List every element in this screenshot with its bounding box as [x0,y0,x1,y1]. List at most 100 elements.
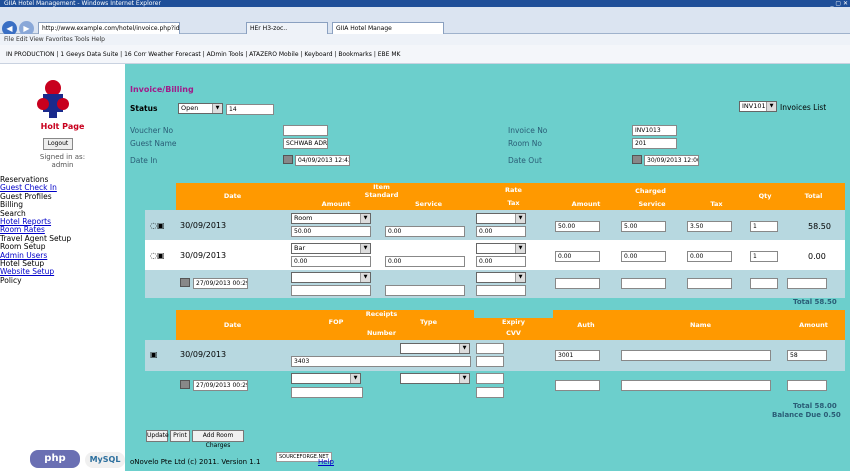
new-cvv-input[interactable] [476,387,504,398]
invoice-no-input[interactable]: INV1013 [632,125,677,136]
charge-item-select[interactable]: Bar ▼ [291,243,371,254]
charges-c-service-header: Service [619,199,685,210]
charges-amount-header: Amount [289,199,383,210]
rate-tax-input[interactable]: 0.00 [476,226,526,237]
delete-row-icon[interactable]: ◌▣ [150,251,165,260]
receipt-name-input[interactable] [621,350,771,361]
rate-select[interactable]: ▼ [476,243,526,254]
new-amount-input[interactable] [787,380,827,391]
new-name-input[interactable] [621,380,771,391]
qty-input[interactable]: 1 [750,221,778,232]
charged-service-input[interactable]: 0.00 [621,251,666,262]
calendar-icon[interactable] [283,155,293,164]
new-number-input[interactable] [291,387,363,398]
new-fop-select[interactable]: ▼ [291,373,361,384]
sidebar-item-policy[interactable]: Policy [0,276,125,285]
hotel-logo-icon [37,80,69,118]
charges-total-header: Total [782,183,845,210]
charge-date: 30/09/2013 [180,251,227,260]
charges-total: Total 58.50 [793,298,837,306]
calendar-icon[interactable] [632,155,642,164]
row-total: 58.50 [808,222,831,231]
voucher-input[interactable] [283,125,328,136]
guest-name-label: Guest Name [130,139,177,148]
help-link[interactable]: Help [318,458,334,466]
delete-row-icon[interactable]: ◌▣ [150,221,165,230]
update-button[interactable]: Update [146,430,169,442]
row-total: 0.00 [808,252,826,261]
new-charged-tax-input[interactable] [687,278,732,289]
new-receipt-date-input[interactable]: 27/09/2013 00:29 [193,380,248,391]
date-out-input[interactable]: 30/09/2013 12:00 [644,155,699,166]
receipts-total: Total 58.00 [793,402,837,410]
logout-button[interactable]: Logout [43,138,73,150]
charge-service-input[interactable]: 0.00 [385,226,465,237]
new-charged-amount-input[interactable] [555,278,600,289]
menu-bar[interactable]: File Edit View Favorites Tools Help [0,34,850,45]
favorites-bar[interactable]: IN PRODUCTION | 1 Geeys Data Suite | 16 … [0,45,850,64]
receipt-cvv-input[interactable] [476,356,504,367]
print-button[interactable]: Print [170,430,190,442]
charges-charged-header: Charged [553,183,748,199]
new-auth-input[interactable] [555,380,600,391]
new-item-select[interactable]: ▼ [291,272,371,283]
copyright-text: oNovelo Pte Ltd (c) 2011. Version 1.1 [130,458,261,466]
charged-service-input[interactable]: 5.00 [621,221,666,232]
receipt-auth-input[interactable]: 3001 [555,350,600,361]
invoices-list-link[interactable]: Invoices List [780,103,826,112]
charges-standard-header: Standard [289,191,474,199]
new-qty-input[interactable] [750,278,778,289]
charge-amount-input[interactable]: 0.00 [291,256,371,267]
charged-amount-input[interactable]: 50.00 [555,221,600,232]
calendar-icon[interactable] [180,278,190,287]
window-title: GIIA Hotel Management - Windows Internet… [4,0,161,7]
new-total-input[interactable] [787,278,827,289]
receipt-expiry-input[interactable] [476,343,504,354]
invoice-select[interactable]: INV1013 ▼ [739,101,777,112]
rate-select[interactable]: ▼ [476,213,526,224]
delete-row-icon[interactable]: ▣ [150,350,158,359]
address-bar: ◀ ▶ http://www.example.com/hotel/invoice… [0,7,850,36]
balance-due: Balance Due 0.50 [772,411,841,419]
chevron-down-icon: ▼ [515,273,525,282]
charge-item-select[interactable]: Room ▼ [291,213,371,224]
charged-amount-input[interactable]: 0.00 [555,251,600,262]
qty-input[interactable]: 1 [750,251,778,262]
rate-tax-input[interactable]: 0.00 [476,256,526,267]
charge-service-input[interactable]: 0.00 [385,256,465,267]
calendar-icon[interactable] [180,380,190,389]
new-type-select[interactable]: ▼ [400,373,470,384]
date-in-input[interactable]: 04/09/2013 12:43 [295,155,350,166]
status-select[interactable]: Open ▼ [178,103,223,114]
receipt-amount-input[interactable]: 58 [787,350,827,361]
status-id-input[interactable]: 14 [226,104,274,115]
room-no-input[interactable]: 201 [632,138,677,149]
chevron-down-icon: ▼ [766,102,776,111]
new-charged-service-input[interactable] [621,278,666,289]
room-no-label: Room No [508,139,542,148]
window-controls[interactable]: _ ▢ ✕ [830,0,848,7]
receipts-name-header: Name [619,310,782,340]
new-amount-input[interactable] [291,285,371,296]
charged-tax-input[interactable]: 3.50 [687,221,732,232]
charges-qty-header: Qty [748,183,782,210]
charge-amount-input[interactable]: 50.00 [291,226,371,237]
charges-date-header: Date [176,183,289,210]
receipt-type-select[interactable]: ▼ [400,343,470,354]
add-room-charges-button[interactable]: Add Room Charges [192,430,244,449]
receipt-number-input[interactable]: 3403 [291,356,471,367]
charged-tax-input[interactable]: 0.00 [687,251,732,262]
signed-in-label: Signed in as: [39,153,86,161]
invoice-no-label: Invoice No [508,126,548,135]
sidebar-menu: Reservations Guest Check In Guest Profiles… [0,175,125,285]
new-rate-tax-input[interactable] [476,285,526,296]
guest-name-input[interactable]: SCHWAB ADRIAN [283,138,328,149]
chevron-down-icon: ▼ [515,244,525,253]
new-expiry-input[interactable] [476,373,504,384]
charges-rate-tax-header: Tax [474,197,553,210]
new-service-input[interactable] [385,285,465,296]
new-charge-date-input[interactable]: 27/09/2013 00:29 [193,278,248,289]
chevron-down-icon: ▼ [350,374,360,383]
page-title: Invoice/Billing [130,85,194,94]
new-rate-select[interactable]: ▼ [476,272,526,283]
